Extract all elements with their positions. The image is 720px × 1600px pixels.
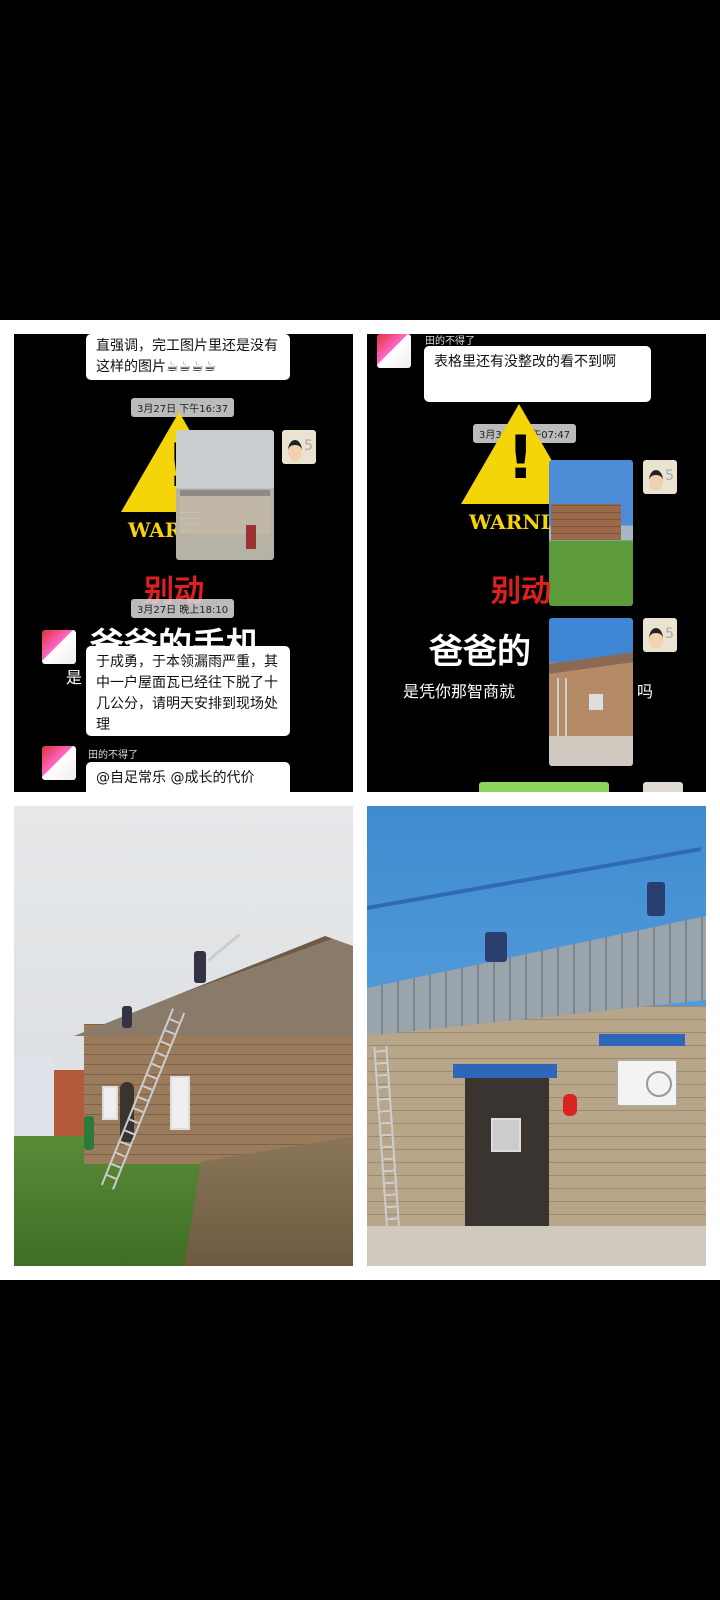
worker <box>84 1116 94 1150</box>
worker <box>194 951 206 983</box>
timestamp-2: 3月27日 晚上18:10 <box>131 599 235 618</box>
sender-name: 田的不得了 <box>88 750 138 761</box>
worker <box>647 882 665 916</box>
sent-message-bubble <box>479 782 609 792</box>
avatar-icon[interactable] <box>42 630 76 664</box>
warning-text: WARNI <box>469 510 550 534</box>
label-baba: 爸爸的 <box>429 632 531 672</box>
message-bubble-bottom: @自足常乐 @成长的代价 <box>86 762 290 792</box>
photo-roof-repair-2 <box>367 806 706 1266</box>
chat-screenshot-right: 田的不得了 表格里还有没整改的看不到啊 3月30日 上午07:47 ! WARN… <box>367 334 706 792</box>
avatar-icon[interactable]: 5 <box>643 460 677 494</box>
air-conditioner <box>617 1060 677 1106</box>
message-bubble-top: 直强调，完工图片里还是没有这样的图片☕☕☕☕ <box>86 334 290 380</box>
worker <box>122 1006 132 1028</box>
label-bie: 别动 <box>491 574 551 609</box>
avatar-icon[interactable] <box>377 334 411 368</box>
caption-text: 是凭你那智商就 <box>403 682 516 701</box>
avatar-icon[interactable]: 5 <box>282 430 316 464</box>
worker <box>485 932 507 962</box>
image-collage: 直强调，完工图片里还是没有这样的图片☕☕☕☕ 3月27日 下午16:37 ! W… <box>0 320 720 1280</box>
message-bubble-mid: 于成勇，于本领漏雨严重，其中一户屋面瓦已经往下脱了十几公分，请明天安排到现场处理 <box>86 646 290 736</box>
caption-tail: 吗 <box>637 682 654 701</box>
door <box>465 1078 549 1238</box>
photo-roof-repair-1 <box>14 806 353 1266</box>
chat-screenshot-left: 直强调，完工图片里还是没有这样的图片☕☕☕☕ 3月27日 下午16:37 ! W… <box>14 334 353 792</box>
message-bubble-top: 表格里还有没整改的看不到啊 <box>424 346 651 402</box>
image-thumbnail[interactable]: · · · · · · · · · · · · · · · · · · · · · ·… <box>176 430 274 560</box>
image-thumbnail[interactable] <box>549 460 633 606</box>
image-thumbnail[interactable] <box>549 618 633 766</box>
avatar-icon[interactable] <box>42 746 76 780</box>
avatar-icon[interactable]: 5 <box>643 618 677 652</box>
